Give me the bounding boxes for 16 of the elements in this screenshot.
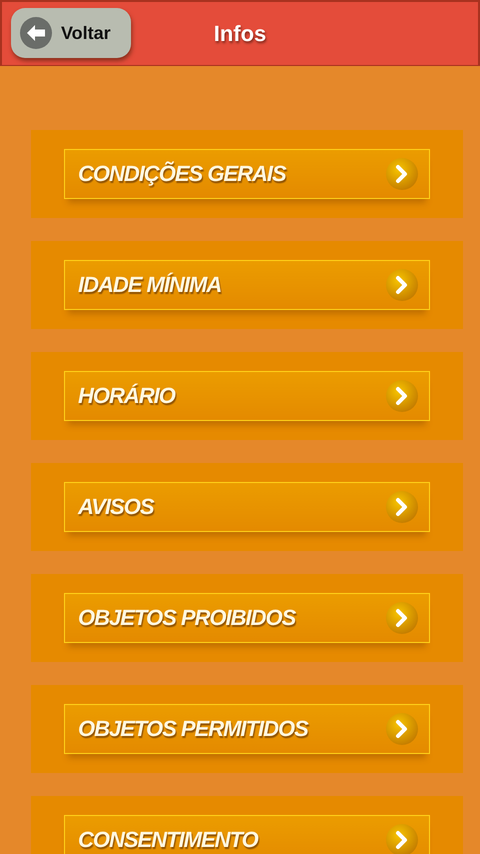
chevron-icon xyxy=(385,157,419,191)
chevron-icon xyxy=(385,379,419,413)
page-title: Infos xyxy=(214,20,266,46)
menu-button[interactable]: CONSENTIMENTO xyxy=(64,815,430,854)
back-button[interactable]: Voltar xyxy=(11,8,131,58)
chevron-icon xyxy=(385,490,419,524)
chevron-icon xyxy=(385,712,419,746)
chevron-icon xyxy=(385,823,419,854)
menu-button[interactable]: AVISOS xyxy=(64,482,430,532)
chevron-icon xyxy=(385,268,419,302)
menu-button[interactable]: OBJETOS PROIBIDOS xyxy=(64,593,430,643)
chevron-icon xyxy=(385,601,419,635)
menu-button[interactable]: IDADE MÍNIMA xyxy=(64,260,430,310)
menu-button[interactable]: OBJETOS PERMITIDOS xyxy=(64,704,430,754)
menu-button[interactable]: HORÁRIO xyxy=(64,371,430,421)
menu-button[interactable]: CONDIÇÕES GERAIS xyxy=(64,149,430,199)
